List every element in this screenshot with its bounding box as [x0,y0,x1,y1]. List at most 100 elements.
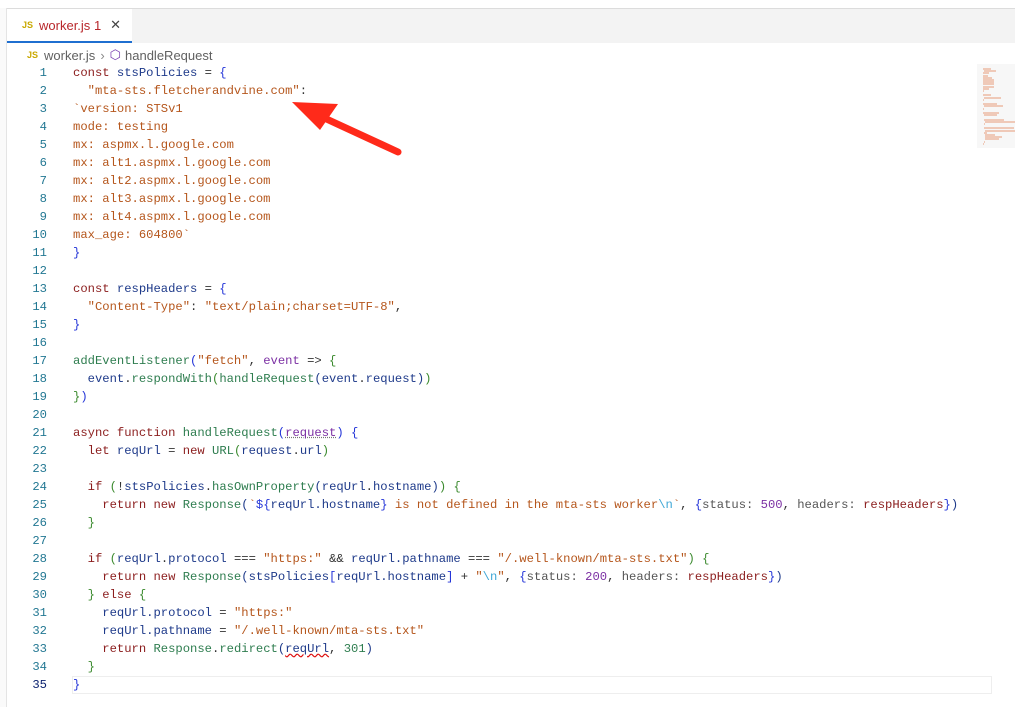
code-line[interactable]: 6 mx: alt1.aspmx.l.google.com [0,154,1015,172]
code-token: mode: testing [73,120,169,134]
code-line[interactable]: 26 } [0,514,1015,532]
code-line[interactable]: 23 [0,460,1015,478]
code-line[interactable]: 18 event.respondWith(handleRequest(event… [0,370,1015,388]
code-token: { [138,588,147,602]
minimap[interactable] [977,64,1015,148]
code-text: } [73,658,95,676]
code-text: max_age: 604800` [73,226,190,244]
code-line[interactable]: 5 mx: aspmx.l.google.com [0,136,1015,154]
code-token: reqUrl.hostname [270,498,381,512]
line-number: 22 [32,444,47,458]
code-line[interactable]: 9 mx: alt4.aspmx.l.google.com [0,208,1015,226]
code-text: } [73,676,80,694]
code-text: mx: aspmx.l.google.com [73,136,234,154]
code-line[interactable]: 35} [0,676,1015,694]
code-token: { [453,480,461,494]
code-token: ) [321,444,330,458]
code-line[interactable]: 16 [0,334,1015,352]
code-line[interactable]: 4 mode: testing [0,118,1015,136]
code-line[interactable]: 21 async function handleRequest(request) … [0,424,1015,442]
code-token: { [350,426,359,440]
minimap-line [983,114,997,117]
minimap-line [983,96,1001,99]
code-text: } [73,244,80,262]
line-number: 12 [32,264,47,278]
code-text: if (!stsPolicies.hasOwnProperty(reqUrl.h… [73,478,461,496]
code-line[interactable]: 2 "mta-sts.fletcherandvine.com": [0,82,1015,100]
code-line[interactable]: 10 max_age: 604800` [0,226,1015,244]
code-token: reqUrl.pathname [102,624,212,638]
code-token: ) [365,642,373,656]
line-number: 31 [32,606,47,620]
code-line[interactable]: 32 reqUrl.pathname = "/.well-known/mta-s… [0,622,1015,640]
line-number: 14 [32,300,47,314]
code-line[interactable]: 8 mx: alt3.aspmx.l.google.com [0,190,1015,208]
code-line[interactable]: 31 reqUrl.protocol = "https:" [0,604,1015,622]
code-token: Response [153,642,212,656]
code-line[interactable]: 15} [0,316,1015,334]
code-line[interactable]: 30 } else { [0,586,1015,604]
code-token: "https:" [233,606,293,620]
editor-tab-bar: JS worker.js 1 ✕ [7,9,1015,43]
code-line[interactable]: 25 return new Response(`${reqUrl.hostnam… [0,496,1015,514]
code-token: = [211,606,234,620]
code-token: hostname [372,480,432,494]
code-token: 301 [343,642,366,656]
code-text: reqUrl.protocol = "https:" [73,604,292,622]
code-token: \n [658,498,673,512]
code-token: === [460,552,498,566]
line-number: 26 [32,516,47,530]
code-token: headers: [797,498,864,512]
breadcrumb-symbol[interactable]: handleRequest [125,48,212,63]
minimap-line [983,105,1003,108]
code-line[interactable]: 13 const respHeaders = { [0,280,1015,298]
code-token: reqUrl [116,552,161,566]
code-text: if (reqUrl.protocol === "https:" && reqU… [73,550,710,568]
code-line[interactable]: 7 mx: alt2.aspmx.l.google.com [0,172,1015,190]
code-token: } [73,678,81,692]
code-token: ) [424,372,432,386]
code-editor[interactable]: 1 const stsPolicies = {2 "mta-sts.fletche… [0,64,1015,694]
line-number: 10 [32,228,47,242]
code-token: stsPolicies [116,66,198,80]
code-line[interactable]: 29 return new Response(stsPolicies[reqUr… [0,568,1015,586]
line-number: 13 [32,282,47,296]
code-line[interactable]: 1 const stsPolicies = { [0,64,1015,82]
code-line[interactable]: 11} [0,244,1015,262]
code-line[interactable]: 20 [0,406,1015,424]
code-token: async function [73,426,183,440]
code-line[interactable]: 3 `version: STSv1 [0,100,1015,118]
code-line[interactable]: 34 } [0,658,1015,676]
code-token: && [321,552,352,566]
code-token: protocol [168,552,227,566]
tab-worker-js[interactable]: JS worker.js 1 ✕ [7,9,132,43]
line-number: 1 [39,66,47,80]
code-line[interactable]: 12 [0,262,1015,280]
code-token: url [299,444,322,458]
breadcrumb-file[interactable]: worker.js [44,48,95,63]
code-token: "text/plain;charset=UTF-8" [204,300,395,314]
code-line[interactable]: 27 [0,532,1015,550]
code-line[interactable]: 14 "Content-Type": "text/plain;charset=U… [0,298,1015,316]
code-line[interactable]: 24 if (!stsPolicies.hasOwnProperty(reqUr… [0,478,1015,496]
minimap-line [983,107,984,110]
code-line[interactable]: 33 return Response.redirect(reqUrl, 301) [0,640,1015,658]
close-icon[interactable]: ✕ [110,17,121,33]
code-token: Response [182,498,242,512]
code-line[interactable]: 28 if (reqUrl.protocol === "https:" && r… [0,550,1015,568]
code-token: mx: alt4.aspmx.l.google.com [73,210,271,224]
code-line[interactable]: 19}) [0,388,1015,406]
code-token: "Content-Type" [87,300,191,314]
code-token: is not defined in the mta-sts worker [387,498,659,512]
code-token: { [219,282,227,296]
code-line[interactable]: 22 let reqUrl = new URL(request.url) [0,442,1015,460]
line-number: 33 [32,642,47,656]
code-token: } [73,246,81,260]
code-token: { [702,552,710,566]
code-line[interactable]: 17 addEventListener("fetch", event => { [0,352,1015,370]
